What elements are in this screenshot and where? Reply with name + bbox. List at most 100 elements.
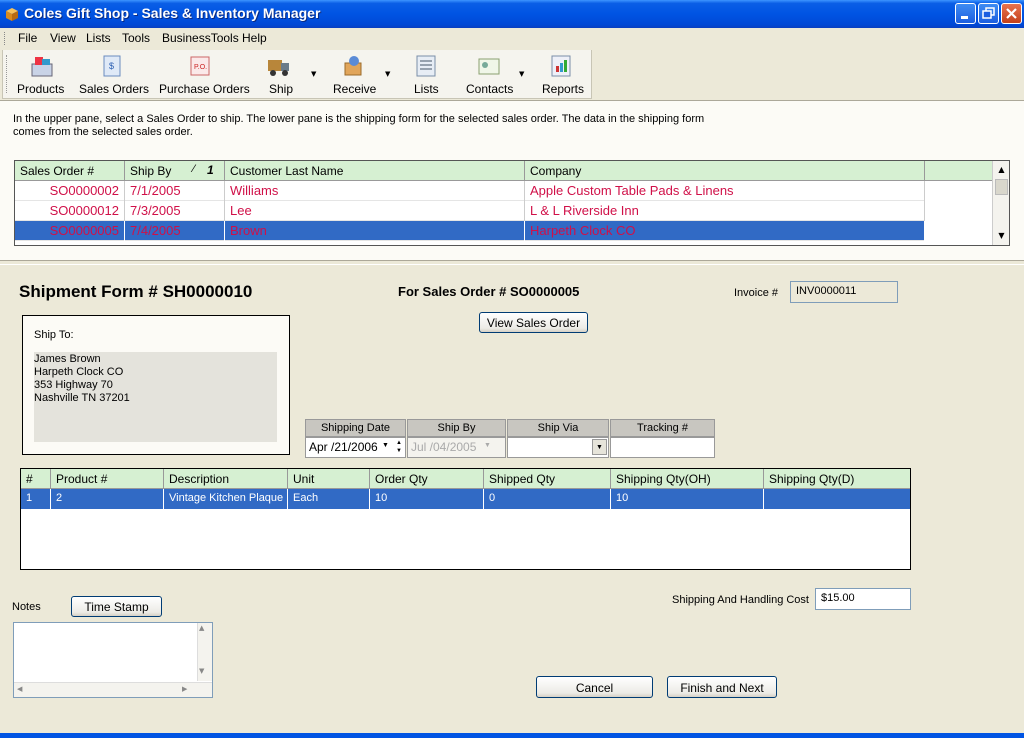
col-product-num[interactable]: Product # (51, 469, 164, 489)
product-row-product: 2 (51, 489, 164, 509)
restore-button[interactable] (978, 3, 999, 24)
menu-view[interactable]: View (50, 31, 76, 45)
address-line: James Brown (34, 353, 101, 365)
instructions-text: In the upper pane, select a Sales Order … (13, 113, 705, 138)
menu-lists[interactable]: Lists (86, 31, 111, 45)
ship-to-label: Ship To: (34, 329, 74, 341)
col-description[interactable]: Description (164, 469, 288, 489)
ship-dropdown-arrow[interactable]: ▼ (311, 70, 316, 78)
toolbar-products-button[interactable]: Products (17, 52, 67, 96)
receive-box-icon (344, 56, 362, 76)
menu-grip (4, 32, 6, 45)
sales-order-grid[interactable]: Sales Order # Ship By ⁄ 1 Customer Last … (14, 160, 1010, 246)
row-ship-by: 7/3/2005 (125, 201, 225, 221)
row-ship-by: 7/4/2005 (125, 221, 225, 241)
ship-to-box: Ship To: James Brown Harpeth Clock CO 35… (22, 315, 290, 455)
toolbar-lists-button[interactable]: Lists (411, 52, 441, 96)
shipping-cost-input[interactable]: $15.00 (815, 588, 911, 610)
col-unit[interactable]: Unit (288, 469, 370, 489)
toolbar-reports-button[interactable]: Reports (539, 52, 584, 96)
svg-text:P.O.: P.O. (194, 64, 207, 71)
finish-and-next-button[interactable]: Finish and Next (667, 676, 777, 698)
toolbar-purchase-orders-button[interactable]: P.O. Purchase Orders (157, 52, 250, 96)
sales-order-row[interactable]: SO0000002 7/1/2005 Williams Apple Custom… (15, 181, 925, 201)
product-row-ship-oh[interactable]: 10 (611, 489, 764, 509)
toolbar-ship-button[interactable]: Ship (265, 52, 295, 96)
col-customer-last-name[interactable]: Customer Last Name (225, 161, 525, 181)
shipping-date-value: Apr /21/2006 (309, 440, 378, 454)
sales-order-row-selected[interactable]: SO0000005 7/4/2005 Brown Harpeth Clock C… (15, 221, 925, 241)
date-dropdown-icon[interactable]: ▼ (382, 442, 389, 449)
scroll-up-icon[interactable]: ▲ (994, 162, 1009, 177)
grid-header-filler (925, 161, 993, 181)
menu-tools[interactable]: Tools (122, 31, 150, 45)
ship-via-header: Ship Via (507, 419, 609, 437)
window-bottom-border (0, 733, 1024, 738)
scroll-thumb[interactable] (995, 179, 1008, 195)
toolbar-receive-button[interactable]: Receive (331, 52, 377, 96)
notes-horizontal-scrollbar[interactable]: ◀ ▶ (14, 682, 212, 697)
col-sales-order[interactable]: Sales Order # (15, 161, 125, 181)
products-icon (31, 57, 53, 77)
notes-scroll-down-icon[interactable]: ▼ (199, 667, 204, 675)
time-stamp-button[interactable]: Time Stamp (71, 596, 162, 617)
notes-scroll-left-icon[interactable]: ◀ (17, 685, 22, 693)
col-order-qty[interactable]: Order Qty (370, 469, 484, 489)
shipping-details-grid: Shipping Date Ship By Ship Via Tracking … (305, 419, 715, 459)
row-last-name: Brown (225, 221, 525, 241)
col-num[interactable]: # (21, 469, 51, 489)
row-company: Apple Custom Table Pads & Linens (525, 181, 925, 201)
row-company: Harpeth Clock CO (525, 221, 925, 241)
col-company[interactable]: Company (525, 161, 925, 181)
date-spinner-icon[interactable]: ▲ ▼ (396, 439, 402, 455)
contacts-dropdown-arrow[interactable]: ▼ (519, 70, 524, 78)
menu-businesstools[interactable]: BusinessTools (162, 31, 239, 45)
col-shipping-qty-oh[interactable]: Shipping Qty(OH) (611, 469, 764, 489)
product-row[interactable]: 1 2 Vintage Kitchen Plaque Each 10 0 10 (21, 489, 910, 509)
sales-order-row[interactable]: SO0000012 7/3/2005 Lee L & L Riverside I… (15, 201, 925, 221)
col-shipped-qty[interactable]: Shipped Qty (484, 469, 611, 489)
product-grid[interactable]: # Product # Description Unit Order Qty S… (20, 468, 911, 570)
notes-scroll-right-icon[interactable]: ▶ (182, 685, 187, 693)
row-ship-by: 7/1/2005 (125, 181, 225, 201)
toolbar-contacts-button[interactable]: Contacts (465, 52, 513, 96)
col-ship-by[interactable]: Ship By ⁄ 1 (125, 161, 225, 181)
ship-by-picker: Jul /04/2005 ▼ (407, 437, 506, 458)
notes-label: Notes (12, 601, 41, 613)
sort-ascending-icon: ⁄ (193, 163, 195, 175)
notes-vertical-scrollbar[interactable]: ▲ ▼ (197, 623, 212, 681)
contacts-icon (478, 58, 500, 75)
invoice-field[interactable]: INV0000011 (790, 281, 898, 303)
col-shipping-qty-d[interactable]: Shipping Qty(D) (764, 469, 910, 489)
grid-vertical-scrollbar[interactable]: ▲ ▼ (992, 161, 1009, 245)
product-row-ship-d[interactable] (764, 489, 910, 509)
menu-bar: File View Lists Tools BusinessTools Help (0, 28, 1024, 49)
cancel-button[interactable]: Cancel (536, 676, 653, 698)
minimize-icon (961, 16, 968, 19)
purchase-orders-icon: P.O. (190, 56, 210, 76)
ship-via-select[interactable]: ▼ (507, 437, 609, 458)
close-icon (1006, 8, 1017, 19)
tracking-input[interactable] (610, 437, 715, 458)
ship-via-dropdown-icon[interactable]: ▼ (592, 439, 607, 455)
view-sales-order-button[interactable]: View Sales Order (479, 312, 588, 333)
close-button[interactable] (1001, 3, 1022, 24)
toolbar-sales-orders-label: Sales Orders (79, 82, 150, 96)
menu-help[interactable]: Help (242, 31, 267, 45)
menu-file[interactable]: File (18, 31, 37, 45)
address-line: Harpeth Clock CO (34, 366, 124, 378)
product-row-description: Vintage Kitchen Plaque (164, 489, 288, 509)
row-last-name: Lee (225, 201, 525, 221)
notes-scroll-up-icon[interactable]: ▲ (199, 624, 204, 632)
minimize-button[interactable] (955, 3, 976, 24)
notes-textarea[interactable]: ▲ ▼ ◀ ▶ (13, 622, 213, 698)
shipping-cost-label: Shipping And Handling Cost (672, 594, 809, 606)
title-bar: Coles Gift Shop - Sales & Inventory Mana… (0, 0, 1024, 28)
toolbar-sales-orders-button[interactable]: $ Sales Orders (79, 52, 149, 96)
shipping-date-picker[interactable]: Apr /21/2006 ▼ ▲ ▼ (305, 437, 406, 458)
shipping-date-header: Shipping Date (305, 419, 406, 437)
grid-header: Sales Order # Ship By ⁄ 1 Customer Last … (15, 161, 925, 181)
scroll-down-icon[interactable]: ▼ (994, 228, 1009, 243)
toolbar-lists-label: Lists (414, 82, 439, 96)
receive-dropdown-arrow[interactable]: ▼ (385, 70, 390, 78)
